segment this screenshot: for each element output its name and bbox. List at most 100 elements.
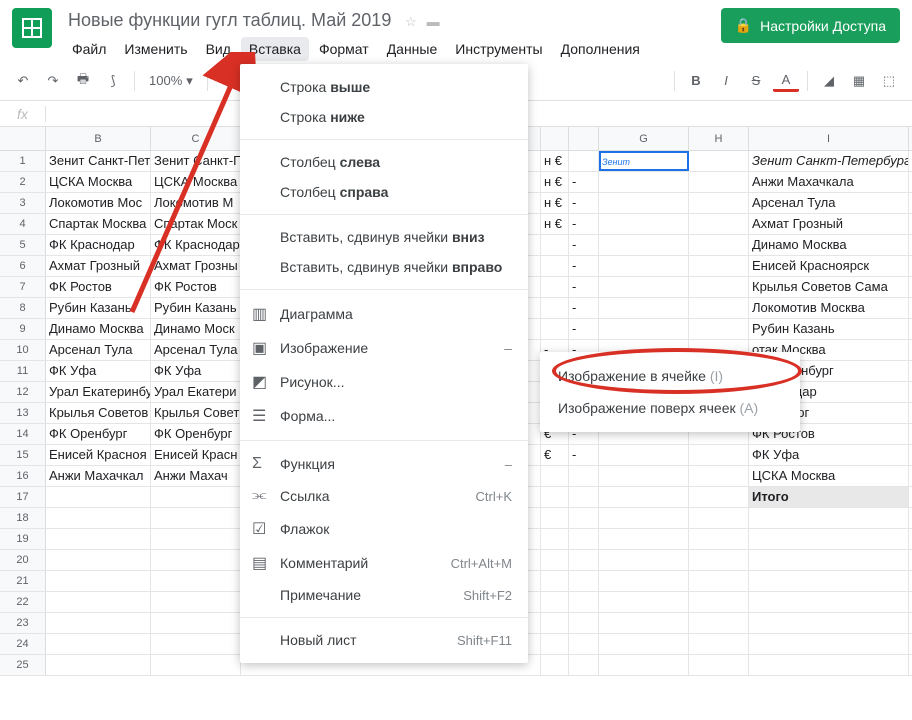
row-header[interactable]: 19 <box>0 529 46 549</box>
menu-инструменты[interactable]: Инструменты <box>447 37 550 61</box>
cell[interactable]: н € <box>541 172 569 192</box>
cell[interactable] <box>599 592 689 612</box>
menu-item[interactable]: ▣Изображение– <box>240 331 528 365</box>
menu-item[interactable]: Строка ниже <box>240 102 528 132</box>
cell[interactable] <box>541 550 569 570</box>
cell[interactable] <box>599 550 689 570</box>
cell[interactable]: - <box>569 298 599 318</box>
menu-item[interactable]: Новый листShift+F11 <box>240 625 528 655</box>
cell[interactable]: ФК Уфа <box>151 361 241 381</box>
cell[interactable] <box>599 487 689 507</box>
cell[interactable] <box>541 277 569 297</box>
row-header[interactable]: 24 <box>0 634 46 654</box>
cell[interactable] <box>569 592 599 612</box>
cell[interactable] <box>569 487 599 507</box>
menu-item[interactable]: Вставить, сдвинув ячейки вниз <box>240 222 528 252</box>
col-header[interactable]: C <box>151 127 241 150</box>
cell[interactable] <box>151 592 241 612</box>
cell[interactable] <box>689 298 749 318</box>
share-button[interactable]: 🔒 Настройки Доступа <box>721 8 900 43</box>
row-header[interactable]: 2 <box>0 172 46 192</box>
cell[interactable]: Урал Екатери <box>151 382 241 402</box>
row-header[interactable]: 14 <box>0 424 46 444</box>
col-header[interactable]: B <box>46 127 151 150</box>
row-header[interactable]: 16 <box>0 466 46 486</box>
menu-дополнения[interactable]: Дополнения <box>553 37 648 61</box>
cell[interactable] <box>689 214 749 234</box>
cell[interactable] <box>599 172 689 192</box>
cell[interactable] <box>541 529 569 549</box>
cell[interactable] <box>541 508 569 528</box>
cell[interactable] <box>689 592 749 612</box>
cell[interactable]: Крылья Советов <box>46 403 151 423</box>
cell[interactable]: Зенит Санкт-Петербург <box>749 151 909 171</box>
cell[interactable]: Локомотив Мос <box>46 193 151 213</box>
text-color-button[interactable]: A <box>773 70 799 92</box>
cell[interactable] <box>689 487 749 507</box>
cell[interactable] <box>689 319 749 339</box>
paint-format-button[interactable]: ⟆ <box>100 68 126 94</box>
cell[interactable] <box>46 634 151 654</box>
cell[interactable]: ЦСКА Москва <box>46 172 151 192</box>
star-icon[interactable]: ☆ <box>405 14 417 30</box>
cell[interactable]: ФК Ростов <box>151 277 241 297</box>
col-header[interactable] <box>541 127 569 150</box>
cell[interactable]: Итого <box>749 487 909 507</box>
cell[interactable] <box>151 508 241 528</box>
menu-item[interactable]: ⫘СсылкаCtrl+K <box>240 480 528 512</box>
cell[interactable] <box>541 235 569 255</box>
cell[interactable]: - <box>569 319 599 339</box>
cell[interactable]: Енисей Красноя <box>46 445 151 465</box>
redo-button[interactable]: ↷ <box>40 68 66 94</box>
cell[interactable]: Динамо Москва <box>749 235 909 255</box>
cell[interactable] <box>569 466 599 486</box>
cell[interactable]: Динамо Москва <box>46 319 151 339</box>
col-header[interactable]: H <box>689 127 749 150</box>
cell[interactable] <box>689 235 749 255</box>
cell[interactable] <box>46 613 151 633</box>
cell[interactable]: Крылья Совет <box>151 403 241 423</box>
cell[interactable] <box>599 466 689 486</box>
row-header[interactable]: 6 <box>0 256 46 276</box>
cell[interactable] <box>541 319 569 339</box>
cell[interactable] <box>151 487 241 507</box>
merge-button[interactable]: ⬚ <box>876 68 902 94</box>
undo-button[interactable]: ↶ <box>10 68 36 94</box>
cell[interactable]: Арсенал Тула <box>46 340 151 360</box>
cell[interactable] <box>569 655 599 675</box>
cell[interactable]: н € <box>541 151 569 171</box>
row-header[interactable]: 17 <box>0 487 46 507</box>
cell[interactable]: Крылья Советов Сама <box>749 277 909 297</box>
cell[interactable] <box>151 529 241 549</box>
col-header[interactable]: I <box>749 127 909 150</box>
cell[interactable] <box>151 571 241 591</box>
cell[interactable] <box>46 487 151 507</box>
cell[interactable]: ФК Оренбург <box>46 424 151 444</box>
cell[interactable] <box>689 172 749 192</box>
cell[interactable] <box>599 235 689 255</box>
menu-item[interactable]: Строка выше <box>240 72 528 102</box>
select-all-corner[interactable] <box>0 127 46 150</box>
col-header[interactable] <box>569 127 599 150</box>
menu-item[interactable]: ◩Рисунок... <box>240 365 528 399</box>
cell[interactable]: ФК Краснодар <box>151 235 241 255</box>
cell[interactable]: Енисей Красноярск <box>749 256 909 276</box>
cell[interactable] <box>689 613 749 633</box>
italic-button[interactable]: I <box>713 68 739 94</box>
cell[interactable]: Енисей Красн <box>151 445 241 465</box>
cell[interactable]: ЦСКА Москва <box>749 466 909 486</box>
cell[interactable] <box>151 613 241 633</box>
menu-файл[interactable]: Файл <box>64 37 114 61</box>
cell[interactable] <box>599 319 689 339</box>
cell[interactable]: - <box>569 277 599 297</box>
menu-вид[interactable]: Вид <box>198 37 239 61</box>
cell[interactable] <box>749 571 909 591</box>
menu-item[interactable]: ▥Диаграмма <box>240 297 528 331</box>
row-header[interactable]: 9 <box>0 319 46 339</box>
row-header[interactable]: 4 <box>0 214 46 234</box>
cell[interactable] <box>689 445 749 465</box>
submenu-item[interactable]: Изображение в ячейке (I) <box>540 360 800 392</box>
cell[interactable]: ФК Уфа <box>46 361 151 381</box>
cell[interactable] <box>541 655 569 675</box>
cell[interactable] <box>689 277 749 297</box>
